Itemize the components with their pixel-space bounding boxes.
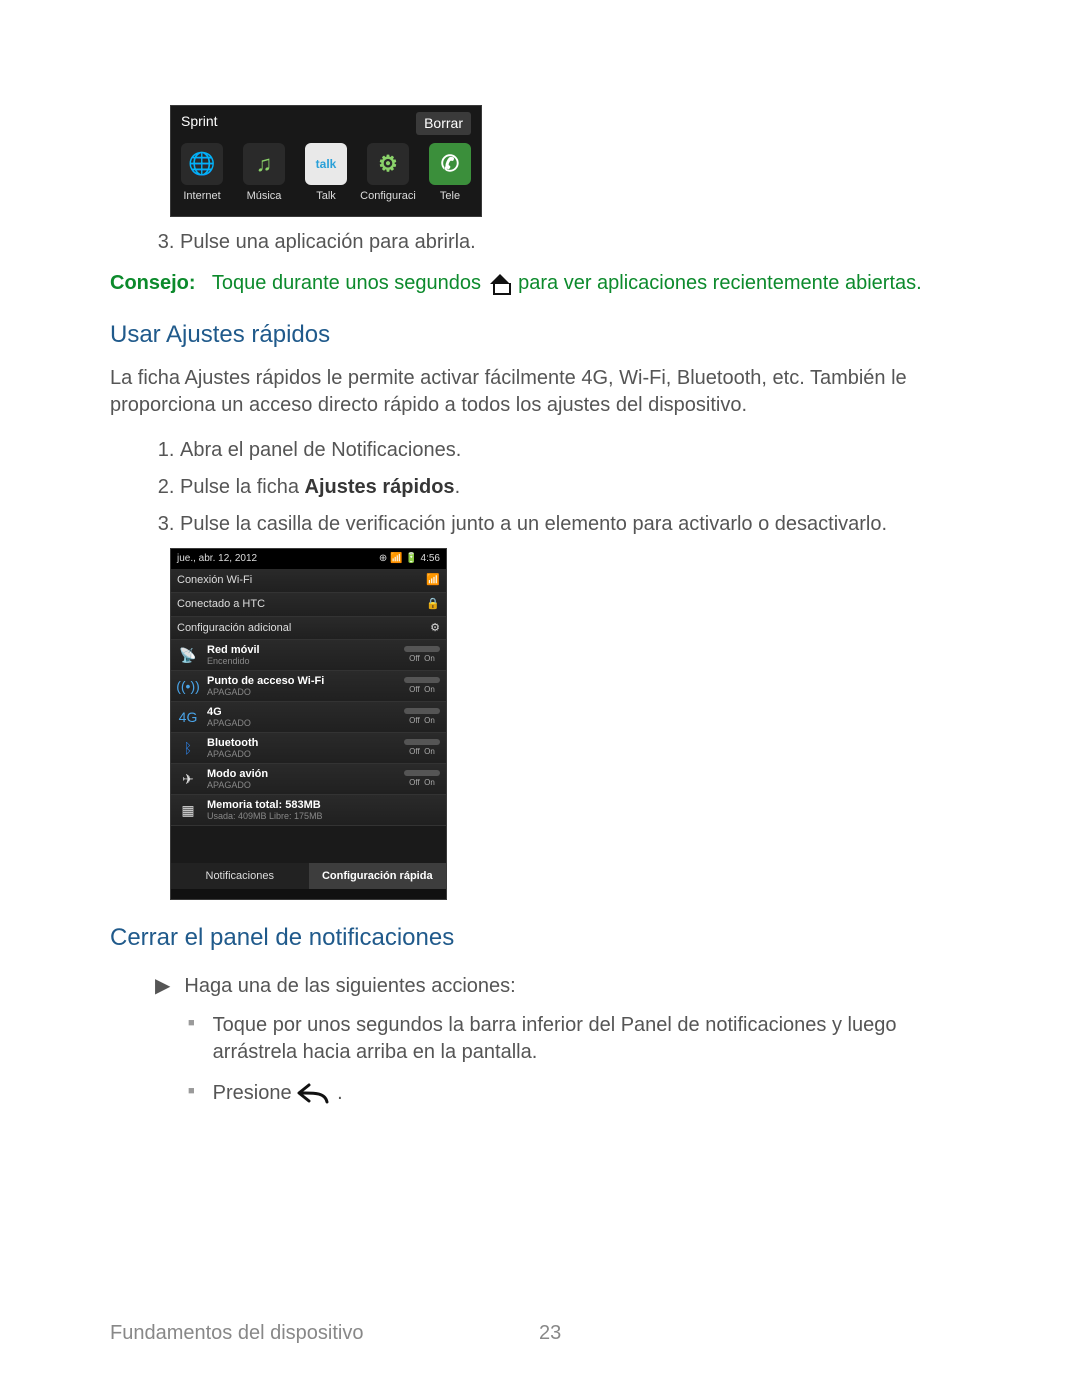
quick-step-1: Abra el panel de Notificaciones. — [180, 437, 970, 464]
toggle-4g[interactable]: Off On — [404, 708, 440, 727]
toggle-bt[interactable]: Off On — [404, 739, 440, 758]
row-wifi-status[interactable]: Conectado a HTC 🔒 — [171, 593, 446, 617]
avion-icon: ✈ — [177, 768, 199, 790]
tip-line: Consejo: Toque durante unos segundos par… — [110, 270, 970, 297]
quick-step-2: Pulse la ficha Ajustes rápidos. — [180, 474, 970, 501]
heading-close-panel: Cerrar el panel de notificaciones — [110, 922, 970, 954]
screenshot-quick-settings: jue., abr. 12, 2012 ⊕ 📶 🔋 4:56 Conexión … — [170, 548, 447, 900]
carrier-label: Sprint — [181, 112, 218, 135]
footer-section: Fundamentos del dispositivo — [110, 1322, 363, 1344]
step-3: Pulse una aplicación para abrirla. — [180, 229, 970, 256]
heading-quick-settings: Usar Ajustes rápidos — [110, 319, 970, 351]
close-intro: Haga una de las siguientes acciones: — [184, 973, 515, 1000]
musica-icon: ♫ — [243, 143, 285, 185]
app-label: Tele — [419, 189, 481, 204]
qs-row-red-movil[interactable]: 📡Red móvilEncendidoOff On — [171, 640, 446, 671]
memory-icon: ▦ — [177, 799, 199, 821]
tip-text-after: para ver aplicaciones recientemente abie… — [518, 272, 922, 294]
wifi-icon: 📶 — [426, 573, 440, 588]
quick-intro: La ficha Ajustes rápidos le permite acti… — [110, 365, 970, 419]
row-additional-config[interactable]: Configuración adicional ⚙ — [171, 617, 446, 641]
app-label: Talk — [295, 189, 357, 204]
clear-button[interactable]: Borrar — [416, 112, 471, 135]
app-musica[interactable]: ♫ Música — [233, 143, 295, 204]
app-talk[interactable]: talk Talk — [295, 143, 357, 204]
lock-icon: 🔒 — [426, 597, 440, 612]
qs-row-bt[interactable]: ᛒBluetoothAPAGADOOff On — [171, 733, 446, 764]
tab-notifications[interactable]: Notificaciones — [171, 863, 309, 890]
qs-row-hotspot[interactable]: ((•))Punto de acceso Wi-FiAPAGADOOff On — [171, 671, 446, 702]
close-bullet-1: Toque por unos segundos la barra inferio… — [213, 1012, 970, 1066]
app-config[interactable]: ⚙ Configuraci — [357, 143, 419, 204]
app-label: Internet — [171, 189, 233, 204]
screenshot-notifications-apps: Sprint Borrar 🌐 Internet ♫ Música talk Talk ⚙ C… — [170, 105, 482, 217]
toggle-hotspot[interactable]: Off On — [404, 677, 440, 696]
row-wifi-conn[interactable]: Conexión Wi-Fi 📶 — [171, 569, 446, 593]
gear-icon: ⚙ — [430, 621, 440, 636]
bt-icon: ᛒ — [177, 737, 199, 759]
4g-icon: 4G — [177, 706, 199, 728]
internet-icon: 🌐 — [181, 143, 223, 185]
status-time: ⊕ 📶 🔋 4:56 — [379, 552, 440, 566]
tel-icon: ✆ — [429, 143, 471, 185]
back-icon — [297, 1082, 337, 1106]
app-label: Música — [233, 189, 295, 204]
status-date: jue., abr. 12, 2012 — [177, 552, 257, 566]
quick-step-3: Pulse la casilla de verificación junto a… — [180, 511, 970, 538]
toggle-red-movil[interactable]: Off On — [404, 646, 440, 665]
square-bullet-icon: ■ — [188, 1016, 195, 1066]
square-bullet-icon: ■ — [188, 1084, 195, 1107]
page-number: 23 — [539, 1320, 561, 1347]
app-internet[interactable]: 🌐 Internet — [171, 143, 233, 204]
app-tel[interactable]: ✆ Tele — [419, 143, 481, 204]
qs-row-avion[interactable]: ✈Modo aviónAPAGADOOff On — [171, 764, 446, 795]
red-movil-icon: 📡 — [177, 644, 199, 666]
close-bullet-2: Presione . — [213, 1080, 343, 1107]
tip-text-before: Toque durante unos segundos — [212, 272, 481, 294]
talk-icon: talk — [305, 143, 347, 185]
hotspot-icon: ((•)) — [177, 675, 199, 697]
tip-label: Consejo: — [110, 272, 196, 294]
toggle-avion[interactable]: Off On — [404, 770, 440, 789]
qs-row-4g[interactable]: 4G4GAPAGADOOff On — [171, 702, 446, 733]
page-footer: Fundamentos del dispositivo 23 — [110, 1320, 561, 1347]
triangle-bullet-icon: ▶ — [155, 973, 170, 1000]
config-icon: ⚙ — [367, 143, 409, 185]
row-memory: ▦ Memoria total: 583MB Usada: 409MB Libr… — [171, 795, 446, 826]
home-icon — [487, 272, 513, 296]
app-label: Configuraci — [357, 189, 419, 204]
tab-quick-config[interactable]: Configuración rápida — [309, 863, 447, 890]
